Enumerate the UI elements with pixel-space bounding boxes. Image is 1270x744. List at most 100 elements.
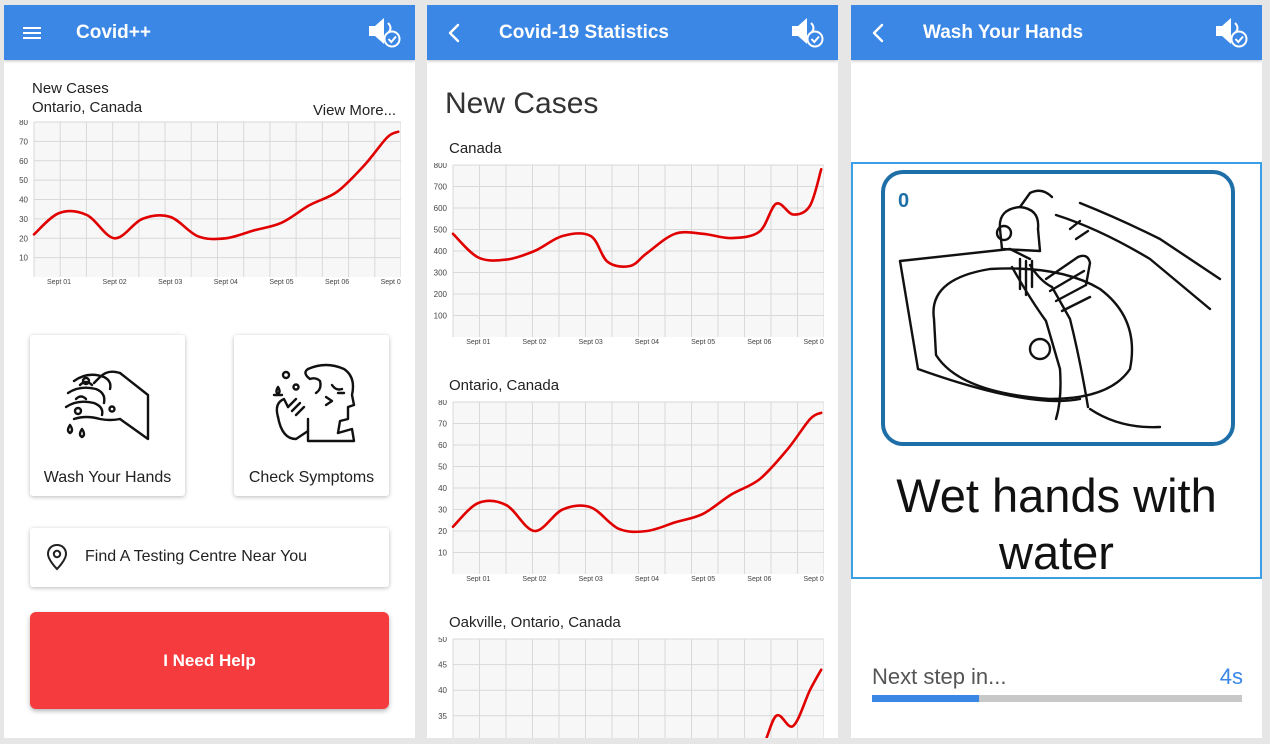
statistics-title: Covid-19 Statistics [499,22,669,43]
step-instruction: Wet hands with water [853,467,1260,581]
statistics-screen: Covid-19 Statistics New Cases Canada 100… [427,5,838,738]
canada-cases-chart[interactable]: 100 200 300 400 500 600 700 800 Sept 01 Sept 02 Se… [427,163,824,345]
back-arrow-icon[interactable] [441,19,469,47]
home-screen: Covid++ New Cases Ontario, Canada View M… [4,5,415,738]
canada-cases-chart-svg: 100 200 300 400 500 600 700 800 Sept 01 Sept 02 Se… [434,163,824,345]
x-tick-label: Sept 07 [803,339,824,345]
y-tick-label: 20 [19,234,28,243]
hand-washing-icon [64,370,150,441]
back-arrow-icon[interactable] [865,19,893,47]
chart-caption-title: New Cases [32,80,109,97]
x-tick-label: Sept 04 [635,576,659,582]
y-tick-label: 100 [434,312,448,321]
x-tick-label: Sept 01 [466,576,490,582]
x-tick-label: Sept 05 [691,576,715,582]
wet-hands-illustration: 0 [881,170,1235,446]
next-step-label: Next step in... [872,664,1007,689]
app-title: Covid++ [76,22,151,43]
y-tick-label: 10 [438,549,447,558]
check-symptoms-card-label: Check Symptoms [248,469,375,486]
statistics-app-bar: Covid-19 Statistics [427,5,838,60]
y-tick-label: 600 [434,204,448,213]
check-symptoms-card[interactable]: Check Symptoms [234,335,389,496]
y-tick-label: 800 [434,163,448,170]
chart-title-oakville: Oakville, Ontario, Canada [449,614,621,631]
home-cases-chart-svg: 10 20 30 40 50 60 70 80 Sept 01 Sept 02 Sept 03 Sep… [19,120,401,286]
y-tick-label: 60 [438,441,447,450]
new-cases-heading: New Cases [445,87,599,120]
y-tick-label: 400 [434,247,448,256]
y-tick-label: 300 [434,269,448,278]
chart-title-canada: Canada [449,140,502,157]
ontario-cases-chart[interactable]: 10 20 30 40 50 60 70 80 Sept 01 Sept 02 Sept 03 Sep… [427,400,824,582]
y-tick-label: 50 [438,637,447,644]
coughing-person-icon [272,363,356,443]
step-number: 0 [898,190,909,212]
y-tick-label: 40 [438,484,447,493]
countdown-seconds: 4s [1219,664,1243,689]
y-tick-label: 70 [438,420,447,429]
step-progress-fill [872,695,980,702]
x-tick-label: Sept 03 [579,576,603,582]
view-more-link[interactable]: View More... [313,102,396,119]
x-tick-label: Sept 01 [47,279,71,286]
wash-step-panel: 0 Wet hands with water [851,162,1262,579]
y-tick-label: 30 [438,737,447,738]
y-tick-label: 50 [19,176,28,185]
x-tick-label: Sept 04 [214,279,238,286]
y-tick-label: 45 [438,661,447,670]
oakville-cases-chart[interactable]: 30 35 40 45 50 [427,637,824,738]
x-tick-label: Sept 06 [747,339,771,345]
y-tick-label: 30 [19,215,28,224]
ontario-cases-chart-svg: 10 20 30 40 50 60 70 80 Sept 01 Sept 02 Sept 03 Sep… [438,400,824,582]
wash-hands-card-label: Wash Your Hands [43,469,172,486]
x-tick-label: Sept 06 [747,576,771,582]
step-instruction-line2: water [999,526,1114,579]
y-tick-label: 40 [438,686,447,695]
y-tick-label: 50 [438,463,447,472]
y-tick-label: 30 [438,506,447,515]
y-tick-label: 200 [434,290,448,299]
oakville-cases-chart-svg: 30 35 40 45 50 [438,637,824,738]
x-tick-label: Sept 03 [158,279,182,286]
y-tick-label: 60 [19,157,28,166]
step-instruction-line1: Wet hands with [896,469,1217,522]
menu-icon[interactable] [18,19,46,47]
home-cases-chart[interactable]: 10 20 30 40 50 60 70 80 Sept 01 Sept 02 Sept 03 Sep… [4,120,401,300]
y-tick-label: 80 [19,120,28,127]
speaker-check-icon[interactable] [1212,15,1248,49]
home-app-bar: Covid++ [4,5,415,60]
x-tick-label: Sept 04 [635,339,659,345]
y-tick-label: 700 [434,183,448,192]
y-tick-label: 35 [438,712,447,721]
y-tick-label: 500 [434,226,448,235]
need-help-button[interactable]: I Need Help [30,612,389,709]
x-tick-label: Sept 05 [269,279,293,286]
wash-hands-card[interactable]: Wash Your Hands [30,335,185,496]
x-tick-label: Sept 03 [579,339,603,345]
speaker-check-icon[interactable] [365,15,401,49]
y-tick-label: 10 [19,254,28,263]
chart-title-ontario: Ontario, Canada [449,377,560,394]
y-tick-label: 80 [438,400,447,407]
x-tick-label: Sept 06 [325,279,349,286]
wash-hands-app-bar: Wash Your Hands [851,5,1262,60]
step-progress-bar [872,695,1242,702]
x-tick-label: Sept 07 [803,576,824,582]
location-pin-icon [46,543,68,571]
find-testing-centre-card[interactable]: Find A Testing Centre Near You [30,528,389,587]
x-tick-label: Sept 02 [522,339,546,345]
chart-caption-region: Ontario, Canada [32,99,143,116]
y-tick-label: 20 [438,527,447,536]
y-tick-label: 70 [19,137,28,146]
x-tick-label: Sept 05 [691,339,715,345]
x-tick-label: Sept 02 [522,576,546,582]
y-tick-label: 40 [19,196,28,205]
x-tick-label: Sept 02 [103,279,127,286]
x-tick-label: Sept 07 [381,279,401,286]
x-tick-label: Sept 01 [466,339,490,345]
wash-hands-title: Wash Your Hands [923,22,1084,43]
speaker-check-icon[interactable] [788,15,824,49]
wash-hands-screen: Wash Your Hands 0 Wet hands with water N… [851,5,1262,738]
find-testing-centre-label: Find A Testing Centre Near You [85,548,308,565]
